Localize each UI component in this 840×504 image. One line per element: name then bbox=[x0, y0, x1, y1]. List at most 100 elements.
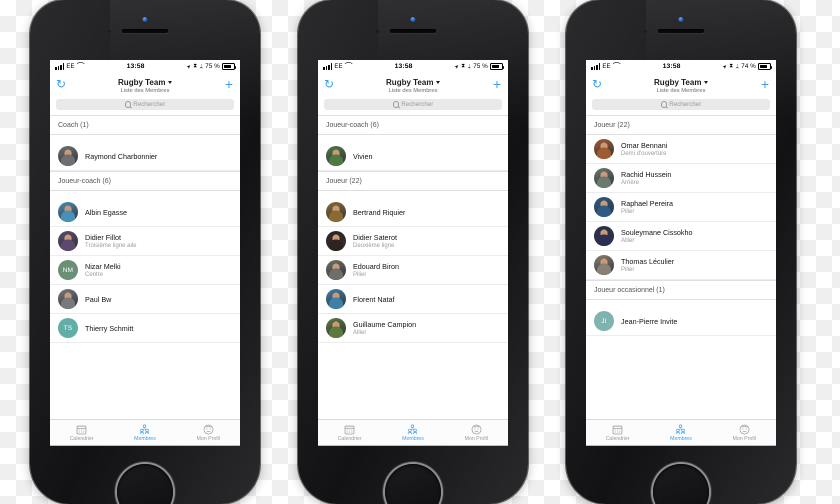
tab-mon-profil[interactable]: Mon Profil bbox=[713, 420, 776, 446]
location-arrow-icon: ➤ bbox=[185, 62, 193, 71]
tab-membres[interactable]: Membres bbox=[113, 420, 176, 446]
tab-calendrier[interactable]: Calendrier bbox=[50, 420, 113, 446]
table-row[interactable]: Vivien bbox=[318, 142, 508, 171]
nav-bar: ↻ Rugby Team Liste des Membres + bbox=[50, 73, 240, 98]
table-row[interactable]: Guillaume Campion Allier bbox=[318, 314, 508, 343]
table-row[interactable]: Bertrand Riquier bbox=[318, 198, 508, 227]
status-bar-right: ➤ ⧗ ᛦ 75 % bbox=[185, 62, 237, 71]
member-list[interactable]: Joueur (22) Omar Bennani Demi d'ouverture R… bbox=[586, 115, 776, 383]
search-icon bbox=[124, 101, 132, 108]
row-text: Souleymane Cissokho Allier bbox=[621, 228, 693, 244]
location-arrow-icon: ➤ bbox=[721, 62, 729, 71]
home-button[interactable] bbox=[385, 464, 441, 504]
chevron-down-icon bbox=[167, 80, 172, 84]
row-text: Thomas Léculier Pilier bbox=[621, 257, 674, 273]
carrier-label: EE bbox=[602, 63, 611, 70]
add-member-button[interactable]: + bbox=[225, 77, 233, 91]
tab-membres[interactable]: Membres bbox=[649, 420, 712, 446]
tab-calendrier[interactable]: Calendrier bbox=[318, 420, 381, 446]
search-input[interactable]: Rechercher bbox=[592, 99, 770, 110]
tab-label: Membres bbox=[134, 436, 156, 443]
table-row[interactable]: Didier Saterot Deuxième ligne bbox=[318, 227, 508, 256]
screen: EE ⌒ 13:58 ➤ ⧗ ᛦ 75 % ↻ Rugby Team Liste des Memb… bbox=[50, 60, 240, 446]
tab-membres[interactable]: Membres bbox=[381, 420, 444, 446]
refresh-button[interactable]: ↻ bbox=[56, 78, 66, 90]
avatar bbox=[594, 139, 614, 159]
table-row[interactable]: Raphael Pereira Pilier bbox=[586, 193, 776, 222]
tab-label: Membres bbox=[402, 436, 424, 443]
avatar-photo bbox=[58, 231, 78, 251]
member-name: Omar Bennani bbox=[621, 141, 668, 151]
members-icon bbox=[138, 424, 151, 435]
table-row[interactable]: Rachid Hussein Arrière bbox=[586, 164, 776, 193]
add-member-button[interactable]: + bbox=[761, 77, 769, 91]
nav-title[interactable]: Rugby Team bbox=[654, 78, 708, 87]
table-row[interactable]: NM Nizar Melki Centre bbox=[50, 256, 240, 285]
tab-label: Mon Profil bbox=[464, 436, 488, 443]
nav-bar: ↻ Rugby Team Liste des Membres + bbox=[318, 73, 508, 98]
section-header: Joueur-coach (6) bbox=[50, 171, 240, 191]
battery-percent-label: 75 % bbox=[205, 63, 220, 70]
battery-icon bbox=[758, 63, 773, 70]
search-bar-container: Rechercher bbox=[586, 98, 776, 115]
member-list[interactable]: Coach (1) Raymond Charbonnier Joueur-coach… bbox=[50, 115, 240, 383]
table-row[interactable]: Albin Egasse bbox=[50, 198, 240, 227]
table-row[interactable]: Omar Bennani Demi d'ouverture bbox=[586, 135, 776, 164]
calendar-icon bbox=[76, 424, 87, 435]
earpiece-speaker bbox=[390, 29, 436, 33]
tab-calendrier[interactable]: Calendrier bbox=[586, 420, 649, 446]
section-spacer bbox=[50, 135, 240, 142]
screen-bottom-cut bbox=[586, 445, 776, 446]
chevron-down-icon bbox=[703, 80, 708, 84]
search-input[interactable]: Rechercher bbox=[56, 99, 234, 110]
member-list[interactable]: Joueur-coach (6) Vivien Joueur (22) Bertran… bbox=[318, 115, 508, 383]
table-row[interactable]: TS Thierry Schmitt bbox=[50, 314, 240, 343]
avatar-photo bbox=[326, 231, 346, 251]
profile-icon bbox=[471, 424, 482, 435]
table-row[interactable]: Paul Bw bbox=[50, 285, 240, 314]
table-row[interactable]: Edouard Biron Pilier bbox=[318, 256, 508, 285]
home-button[interactable] bbox=[653, 464, 709, 504]
phone-1: EE ⌒ 13:58 ➤ ⧗ ᛦ 75 % ↻ Rugby Team Liste des Memb… bbox=[30, 0, 260, 504]
battery-percent-label: 74 % bbox=[741, 63, 756, 70]
nav-title-label: Rugby Team bbox=[118, 77, 166, 87]
location-arrow-icon: ➤ bbox=[453, 62, 461, 71]
home-button[interactable] bbox=[117, 464, 173, 504]
avatar bbox=[326, 202, 346, 222]
avatar bbox=[58, 202, 78, 222]
row-text: Didier Saterot Deuxième ligne bbox=[353, 233, 397, 249]
tab-bar: Calendrier Membres Mon Profil bbox=[586, 419, 776, 446]
member-role: Arrière bbox=[621, 179, 640, 186]
table-row[interactable]: Raymond Charbonnier bbox=[50, 142, 240, 171]
tab-mon-profil[interactable]: Mon Profil bbox=[445, 420, 508, 446]
search-bar-container: Rechercher bbox=[318, 98, 508, 115]
status-bar-left: EE ⌒ bbox=[591, 61, 621, 71]
bluetooth-icon: ᛦ bbox=[199, 63, 204, 70]
screen: EE ⌒ 13:58 ➤ ⧗ ᛦ 74 % ↻ Rugby Team Liste des Memb… bbox=[586, 60, 776, 446]
table-row[interactable]: Didier Fillot Troisième ligne aile bbox=[50, 227, 240, 256]
row-text: Raymond Charbonnier bbox=[85, 152, 157, 161]
add-member-button[interactable]: + bbox=[493, 77, 501, 91]
nav-title[interactable]: Rugby Team bbox=[386, 78, 440, 87]
avatar-photo bbox=[594, 255, 614, 275]
table-row[interactable]: Souleymane Cissokho Allier bbox=[586, 222, 776, 251]
search-input[interactable]: Rechercher bbox=[324, 99, 502, 110]
search-bar-container: Rechercher bbox=[50, 98, 240, 115]
nav-title[interactable]: Rugby Team bbox=[118, 78, 172, 87]
section-spacer bbox=[50, 191, 240, 198]
refresh-button[interactable]: ↻ bbox=[592, 78, 602, 90]
calendar-icon bbox=[612, 424, 623, 435]
avatar: TS bbox=[58, 318, 78, 338]
table-row[interactable]: Florent Nataf bbox=[318, 285, 508, 314]
table-row[interactable]: Thomas Léculier Pilier bbox=[586, 251, 776, 280]
member-name: Didier Saterot bbox=[353, 233, 397, 243]
phone-2: EE ⌒ 13:58 ➤ ⧗ ᛦ 75 % ↻ Rugby Team Liste des Memb… bbox=[298, 0, 528, 504]
tab-mon-profil[interactable]: Mon Profil bbox=[177, 420, 240, 446]
clock-label: 13:58 bbox=[662, 63, 681, 70]
table-row[interactable]: JI Jean-Pierre Invite bbox=[586, 307, 776, 336]
wifi-icon: ⌒ bbox=[612, 61, 621, 71]
search-placeholder: Rechercher bbox=[133, 101, 166, 108]
avatar bbox=[326, 289, 346, 309]
avatar bbox=[594, 197, 614, 217]
refresh-button[interactable]: ↻ bbox=[324, 78, 334, 90]
